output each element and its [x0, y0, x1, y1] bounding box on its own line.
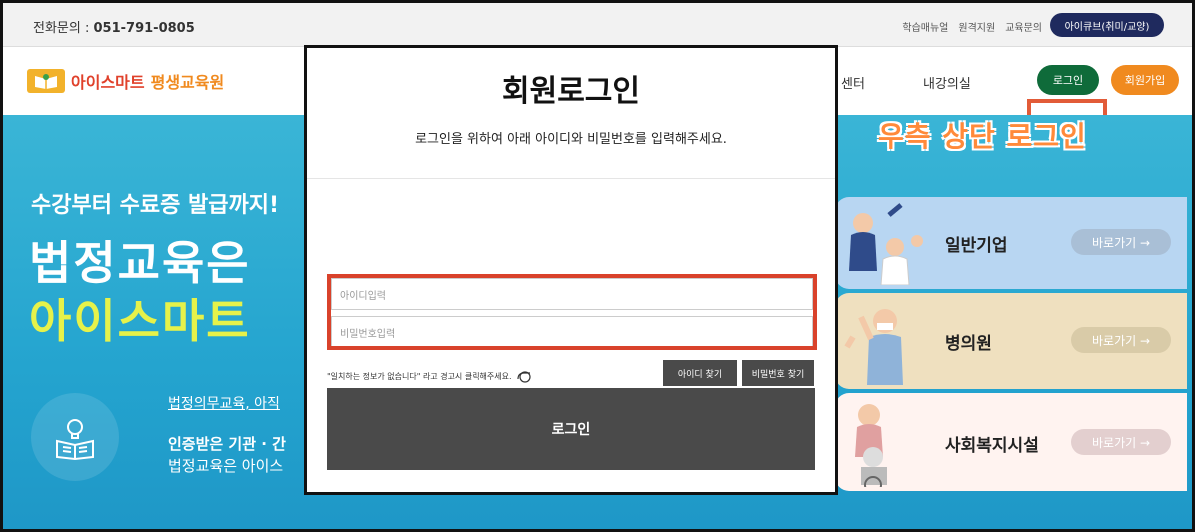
- top-utility-bar: 전화문의 : 051-791-0805 학습매뉴얼 원격지원 교육문의 아이큐브…: [3, 3, 1192, 47]
- card-go-button-social-welfare[interactable]: 바로가기 →: [1071, 429, 1171, 455]
- modal-description: 로그인을 위하여 아래 아이디와 비밀번호를 입력해주세요.: [415, 132, 727, 147]
- phone-contact: 전화문의 : 051-791-0805: [33, 17, 195, 36]
- card-go-button-general-company[interactable]: 바로가기 →: [1071, 229, 1171, 255]
- hero-bold-line: 인증받은 기관 · 간: [168, 435, 286, 453]
- medical-staff-illustration: [844, 309, 903, 385]
- hero-link[interactable]: 법정의무교육, 아직: [168, 393, 280, 413]
- card-hospital[interactable]: 병의원 바로가기 →: [835, 293, 1187, 389]
- hint-text: "일치하는 정보가 없습니다" 라고 경고시 클릭해주세요.: [327, 371, 512, 381]
- card-title-general-company: 일반기업: [945, 236, 1008, 256]
- card-go-button-hospital[interactable]: 바로가기 →: [1071, 327, 1171, 353]
- modal-title: 회원로그인: [502, 74, 640, 109]
- nav-item-center[interactable]: 센터: [841, 73, 865, 92]
- hero-line: 법정교육은 아이스: [168, 457, 284, 475]
- link-edu-inquiry[interactable]: 교육문의: [1005, 19, 1042, 34]
- phone-number: 051-791-0805: [93, 21, 195, 36]
- pointing-hand-icon: [516, 371, 531, 383]
- mismatch-hint[interactable]: "일치하는 정보가 없습니다" 라고 경고시 클릭해주세요.: [327, 369, 534, 383]
- link-remote-support[interactable]: 원격지원: [958, 19, 995, 34]
- find-password-button[interactable]: 비밀번호 찾기: [742, 360, 814, 386]
- nav-item-my-lectures[interactable]: 내강의실: [923, 73, 971, 92]
- caregiver-illustration: [855, 404, 887, 487]
- callout-annotation: 우측 상단 로그인: [878, 120, 1087, 153]
- card-social-welfare[interactable]: 사회복지시설 바로가기 →: [835, 393, 1187, 491]
- phone-label: 전화문의 :: [33, 21, 94, 36]
- link-manual[interactable]: 학습매뉴얼: [902, 19, 948, 34]
- card-title-social-welfare: 사회복지시설: [945, 436, 1039, 456]
- logo-text-institute: 평생교육원: [150, 73, 225, 92]
- header-login-button[interactable]: 로그인: [1037, 65, 1099, 95]
- site-logo[interactable]: 아이스마트 평생교육원: [27, 69, 224, 93]
- book-icon: [27, 69, 65, 93]
- app-frame: 전화문의 : 051-791-0805 학습매뉴얼 원격지원 교육문의 아이큐브…: [0, 0, 1195, 532]
- logo-text-brand: 아이스마트: [71, 73, 145, 92]
- find-id-button[interactable]: 아이디 찾기: [663, 360, 737, 386]
- inputs-highlight-box: [327, 274, 817, 350]
- hero-title-line1: 법정교육은: [29, 236, 251, 290]
- modal-divider: [307, 178, 835, 179]
- header-signup-button[interactable]: 회원가입: [1111, 65, 1179, 95]
- card-title-hospital: 병의원: [945, 334, 992, 354]
- icube-button[interactable]: 아이큐브(취미/교양): [1050, 13, 1164, 37]
- card-general-company[interactable]: 일반기업 바로가기 →: [835, 197, 1187, 289]
- utility-links: 학습매뉴얼 원격지원 교육문의: [902, 19, 1042, 34]
- modal-login-button[interactable]: 로그인: [327, 388, 815, 470]
- hero-subtitle: 수강부터 수료증 발급까지!: [31, 193, 279, 218]
- hero-title-line2: 아이스마트: [29, 294, 251, 348]
- lightbulb-book-icon: [31, 393, 119, 481]
- login-modal: 회원로그인 로그인을 위하여 아래 아이디와 비밀번호를 입력해주세요. "일치…: [304, 45, 838, 495]
- office-workers-illustration: [849, 203, 923, 285]
